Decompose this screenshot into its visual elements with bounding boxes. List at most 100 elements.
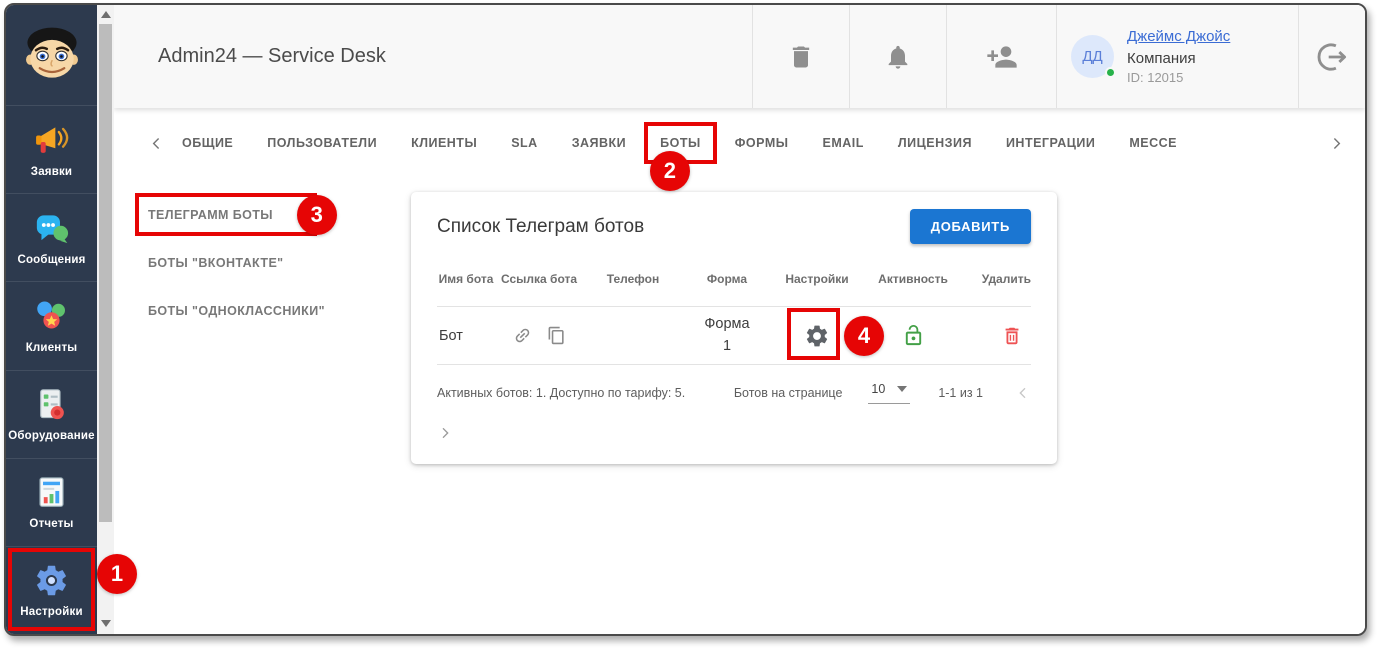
clients-icon (37, 301, 65, 329)
tab-messendzhery[interactable]: МЕССЕ (1129, 136, 1177, 150)
app-window: Заявки Сообщения Клиенты Оборудование От… (4, 3, 1367, 636)
add-bot-button[interactable]: ДОБАВИТЬ (909, 209, 1031, 244)
submenu-odnoklassniki-bots[interactable]: БОТЫ "ОДНОКЛАССНИКИ" (148, 304, 325, 318)
tab-integratsii[interactable]: ИНТЕГРАЦИИ (1006, 136, 1095, 150)
person-add-icon (986, 41, 1018, 73)
user-id: ID: 12015 (1127, 70, 1184, 86)
column-header: Ссылка бота (500, 272, 578, 286)
user-avatar: ДД (1071, 35, 1116, 78)
tab-litsenziya[interactable]: ЛИЦЕНЗИЯ (898, 136, 972, 150)
tab-klienty[interactable]: КЛИЕНТЫ (411, 136, 477, 150)
chevron-down-icon (897, 386, 908, 392)
trash-button[interactable] (752, 5, 849, 108)
telegram-bots-card: Список Телеграм ботов ДОБАВИТЬ Имя бота … (411, 192, 1057, 464)
logout-icon (1314, 39, 1350, 75)
tabs-scroll-left-icon[interactable] (148, 135, 165, 152)
scrollbar-thumb[interactable] (99, 24, 112, 522)
bot-form-value: Форма 1 (704, 316, 750, 354)
sidebar-item-label: Клиенты (25, 341, 78, 354)
annotation-badge-2: 2 (650, 151, 691, 191)
bots-summary: Активных ботов: 1. Доступно по тарифу: 5… (437, 386, 686, 400)
bot-link-icon[interactable] (509, 322, 536, 349)
sidebar-item-soobshcheniya[interactable]: Сообщения (6, 194, 97, 283)
table-header: Имя бота Ссылка бота Телефон Форма Настр… (437, 252, 1031, 307)
table-row: Бот Форма 1 4 (437, 307, 1031, 365)
tab-email[interactable]: EMAIL (822, 136, 863, 150)
top-header: Admin24 — Service Desk ДД Джеймс Джойс К… (114, 5, 1365, 108)
tab-polzovateli[interactable]: ПОЛЬЗОВАТЕЛИ (267, 136, 377, 150)
column-header: Активность (878, 272, 948, 286)
column-header: Удалить (981, 272, 1031, 286)
tab-zayavki[interactable]: ЗАЯВКИ (572, 136, 626, 150)
sidebar-item-nastroyki[interactable]: Настройки 1 (6, 547, 137, 634)
settings-content: ТЕЛЕГРАММ БОТЫ 3 БОТЫ "ВКОНТАКТЕ" БОТЫ "… (114, 178, 1365, 464)
sidebar-item-label: Отчеты (29, 518, 74, 531)
page-scrollbar[interactable] (97, 5, 114, 634)
annotation-badge-1: 1 (97, 553, 137, 594)
tab-sla[interactable]: SLA (511, 136, 538, 150)
app-title: Admin24 — Service Desk (158, 45, 386, 67)
sidebar-item-label: Оборудование (8, 430, 95, 443)
sidebar-item-zayavki[interactable]: Заявки (6, 106, 97, 195)
scroll-up-arrow-icon[interactable] (100, 11, 111, 18)
sidebar-avatar[interactable] (6, 5, 97, 106)
sidebar-item-label: Настройки (20, 606, 83, 619)
equipment-icon (40, 389, 64, 420)
tab-label: БОТЫ (660, 136, 701, 150)
trash-icon (787, 43, 815, 71)
settings-tabbar: ОБЩИЕ ПОЛЬЗОВАТЕЛИ КЛИЕНТЫ SLA ЗАЯВКИ БО… (114, 108, 1365, 191)
bot-phone-cell (583, 307, 683, 364)
add-user-button[interactable] (946, 5, 1056, 108)
gear-icon (804, 323, 830, 349)
next-page-button[interactable] (437, 425, 453, 441)
reports-icon (39, 477, 64, 508)
logout-button[interactable] (1298, 5, 1365, 108)
pagination-range: 1-1 из 1 (938, 386, 983, 400)
bot-form-cell: Форма 1 (683, 307, 771, 364)
megaphone-icon (36, 126, 69, 153)
user-initials: ДД (1082, 48, 1103, 65)
bot-settings-button[interactable]: 4 (771, 307, 884, 364)
per-page-label: Ботов на странице (733, 386, 843, 400)
table-footer: Активных ботов: 1. Доступно по тарифу: 5… (437, 382, 1031, 404)
prev-page-button[interactable] (1015, 385, 1031, 401)
annotation-badge-4: 4 (844, 315, 884, 356)
tab-boty[interactable]: БОТЫ 2 (644, 122, 717, 191)
trash-outline-icon (1001, 325, 1023, 347)
bot-link-cell (495, 307, 583, 364)
user-company: Компания (1127, 50, 1196, 68)
chat-icon (36, 215, 69, 243)
main-area: Admin24 — Service Desk ДД Джеймс Джойс К… (114, 5, 1365, 634)
submenu-telegram-bots[interactable]: ТЕЛЕГРАММ БОТЫ 3 (135, 193, 337, 236)
per-page-select[interactable]: 10 (868, 382, 911, 404)
bell-icon (884, 43, 912, 71)
user-menu[interactable]: ДД Джеймс Джойс Компания ID: 12015 (1056, 5, 1298, 108)
sidebar-item-klienty[interactable]: Клиенты (6, 282, 97, 371)
settings-gear-icon (33, 562, 70, 599)
sidebar-item-oborudovanie[interactable]: Оборудование (6, 371, 97, 459)
notifications-button[interactable] (849, 5, 946, 108)
submenu-label: ТЕЛЕГРАММ БОТЫ (148, 208, 273, 222)
online-status-dot (1105, 67, 1116, 78)
tab-obshchie[interactable]: ОБЩИЕ (182, 136, 233, 150)
sidebar-item-label: Сообщения (17, 253, 86, 266)
cartoon-avatar-image (25, 27, 78, 78)
submenu-vkontakte-bots[interactable]: БОТЫ "ВКОНТАКТЕ" (148, 256, 284, 270)
tab-formy[interactable]: ФОРМЫ (735, 136, 789, 150)
bot-delete-button[interactable] (963, 307, 1031, 364)
card-title: Список Телеграм ботов (437, 215, 645, 237)
sidebar-item-label: Заявки (30, 165, 73, 178)
column-header: Форма (706, 272, 748, 286)
bots-submenu: ТЕЛЕГРАММ БОТЫ 3 БОТЫ "ВКОНТАКТЕ" БОТЫ "… (135, 192, 411, 350)
annotation-badge-3: 3 (296, 195, 337, 235)
tabs-scroll-right-icon[interactable] (1328, 135, 1345, 152)
column-header: Имя бота (438, 272, 494, 286)
sidebar-item-otchety[interactable]: Отчеты (6, 459, 97, 547)
lock-open-icon (902, 324, 925, 347)
copy-link-icon[interactable] (547, 326, 566, 345)
scroll-down-arrow-icon[interactable] (100, 620, 111, 627)
user-name-link[interactable]: Джеймс Джойс (1127, 26, 1230, 47)
per-page-value: 10 (871, 382, 886, 396)
column-header: Телефон (606, 272, 660, 286)
sidebar: Заявки Сообщения Клиенты Оборудование От… (6, 5, 137, 634)
